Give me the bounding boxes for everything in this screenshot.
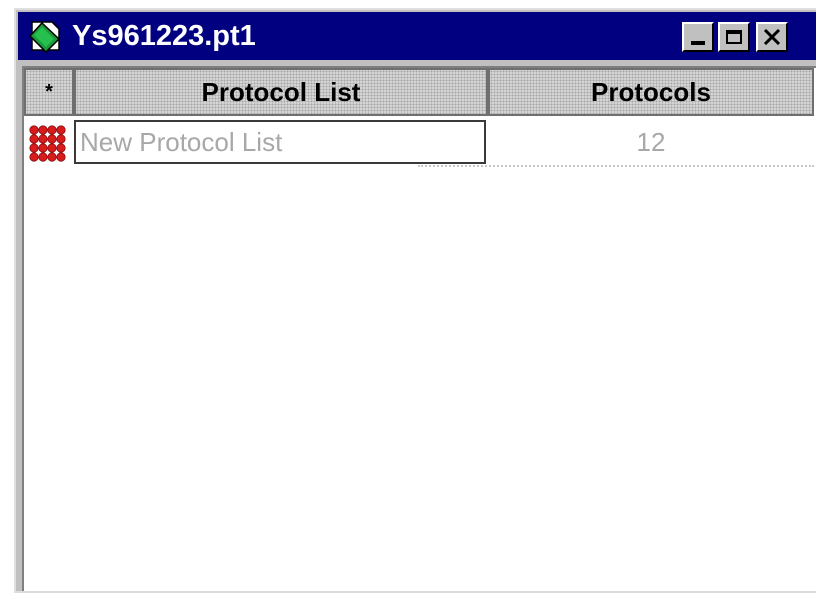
maximize-icon [726, 30, 742, 44]
close-button[interactable] [756, 22, 788, 52]
window-title: Ys961223.pt1 [72, 20, 256, 52]
document-icon[interactable] [28, 19, 62, 53]
dot-grid-icon [29, 125, 66, 162]
close-icon [763, 29, 781, 45]
protocol-list-window: Ys961223.pt1 * Protocol List Protocols N… [14, 8, 816, 593]
maximize-button[interactable] [718, 22, 750, 52]
minimize-button[interactable] [682, 22, 714, 52]
protocol-list-name-field[interactable]: New Protocol List [74, 120, 486, 164]
column-header-protocol-list[interactable]: Protocol List [74, 68, 488, 116]
protocols-count-cell: 12 [636, 127, 666, 157]
minimize-icon [691, 41, 705, 45]
table-area[interactable]: * Protocol List Protocols New Protocol L… [22, 66, 816, 593]
column-header-protocols[interactable]: Protocols [488, 68, 814, 116]
title-bar[interactable]: Ys961223.pt1 [18, 12, 816, 60]
column-header-marker[interactable]: * [24, 68, 74, 116]
row-divider [418, 165, 814, 167]
